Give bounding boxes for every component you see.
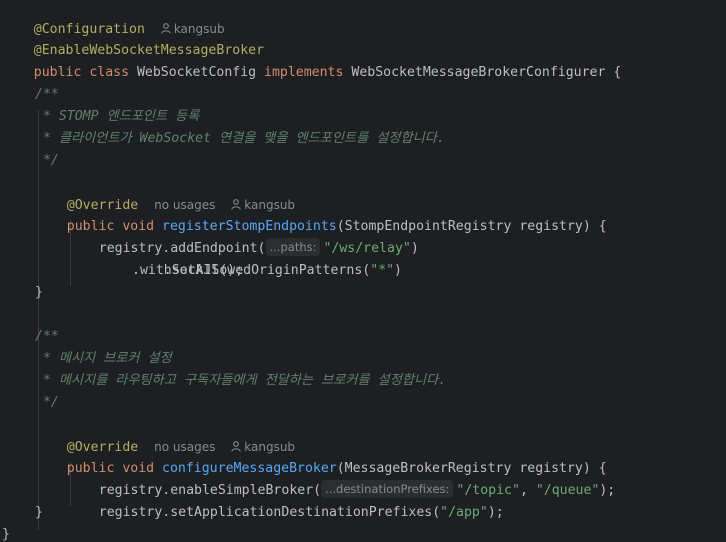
doc-comment: * 메시지 브로커 설정 <box>35 351 172 366</box>
code-line: public class WebSocketConfig implements … <box>2 40 622 80</box>
code-line: .setAllowedOriginPatterns("*") <box>132 238 402 278</box>
code-line: registry.addEndpoint(...paths: "/ws/relay… <box>67 216 419 256</box>
doc-comment: * STOMP 엔드포인트 등록 <box>35 109 200 124</box>
code-text: ) <box>410 241 419 256</box>
code-line: registry.setApplicationDestinationPrefix… <box>67 480 504 520</box>
closing-brace: } <box>2 527 10 542</box>
keyword: public class <box>33 65 137 80</box>
code-text: registry.setApplicationDestinationPrefix… <box>98 505 441 520</box>
string-literal: "/app" <box>440 505 488 520</box>
doc-comment: */ <box>35 395 59 410</box>
code-text: , <box>519 483 536 498</box>
string-literal: "/queue" <box>535 483 600 498</box>
code-text: ); <box>599 483 616 498</box>
doc-comment: /** <box>35 87 59 102</box>
closing-brace: } <box>35 285 43 300</box>
code-line: registry.enableSimpleBroker(...destinati… <box>67 458 615 498</box>
doc-comment: * 클라이언트가 WebSocket 연결을 맺을 엔드포인트를 설정합니다. <box>35 131 445 146</box>
code-line: @Configuration kangsub <box>2 0 225 37</box>
doc-comment: */ <box>35 153 59 168</box>
code-line: public void registerStompEndpoints(Stomp… <box>35 194 607 234</box>
interface-name: WebSocketMessageBrokerConfigurer { <box>351 65 622 80</box>
code-line: @Override no usages kangsub <box>35 414 295 455</box>
code-line: @EnableWebSocketMessageBroker <box>2 18 264 58</box>
code-line: public void configureMessageBroker(Messa… <box>35 436 607 476</box>
string-literal: "*" <box>370 263 395 278</box>
closing-brace: } <box>35 505 43 520</box>
code-text: ) <box>394 263 402 278</box>
keyword: implements <box>264 65 352 80</box>
doc-comment: /** <box>35 329 59 344</box>
code-text: ); <box>487 505 504 520</box>
code-editor[interactable]: @Configuration kangsub @EnableWebSocketM… <box>0 0 726 542</box>
doc-comment: * 메시지를 라우팅하고 구독자들에게 전달하는 브로커를 설정합니다. <box>35 373 447 388</box>
code-line: .withSockJS(); <box>132 263 244 278</box>
code-line: @Override no usages kangsub <box>35 172 295 213</box>
class-name: WebSocketConfig <box>136 65 265 80</box>
